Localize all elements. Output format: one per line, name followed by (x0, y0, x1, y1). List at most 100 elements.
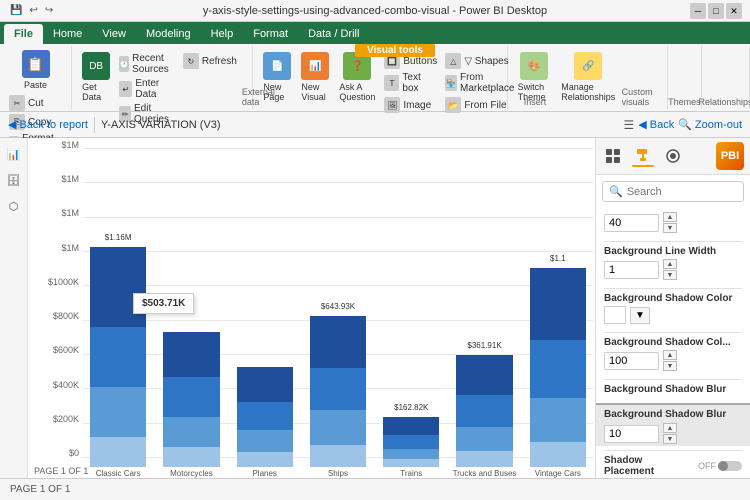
search-icon: 🔍 (609, 185, 623, 198)
refresh-label: Refresh (202, 56, 237, 67)
color-dropdown[interactable]: ▼ (630, 307, 650, 324)
tab-modeling[interactable]: Modeling (136, 24, 201, 44)
panel-header: PBI (596, 138, 750, 175)
nav-back-button[interactable]: ◀ Back (638, 118, 674, 131)
shadow-placement-toggle[interactable]: OFF (698, 461, 742, 471)
tab-view[interactable]: View (92, 24, 136, 44)
close-button[interactable]: ✕ (726, 3, 742, 19)
toolbar: ◀ Back to report Y-AXIS VARIATION (V3) ☰… (0, 112, 750, 138)
toolbar-separator (94, 117, 95, 133)
format-tab[interactable] (632, 145, 654, 167)
bg-line-width-input[interactable] (604, 261, 659, 279)
prop-input-40[interactable] (604, 214, 659, 232)
tab-home[interactable]: File (4, 24, 43, 44)
spin-down-40[interactable]: ▼ (663, 223, 677, 233)
sidebar-model-icon[interactable]: ⬡ (4, 196, 24, 216)
bar-xlabel-planes: Planes (252, 469, 276, 478)
tab-help[interactable]: Help (201, 24, 244, 44)
bar-seg1-tr (456, 355, 512, 395)
chart-area: $1M $1M $1M $1M $1000K $800K $600K $400K… (28, 138, 595, 478)
prop-row-bg-shadow-color: Background Shadow Color ▼ (604, 293, 742, 324)
sidebar-report-icon[interactable]: 📊 (4, 144, 24, 164)
maximize-button[interactable]: □ (708, 3, 724, 19)
bar-stack-trucks (456, 355, 512, 467)
ribbon-tabs: File Home View Modeling Help Format Data… (0, 22, 750, 44)
save-icon[interactable]: 💾 (8, 4, 24, 17)
bg-shadow-blur-val-label: Background Shadow Blur (604, 409, 750, 420)
bg-shadow-col-label: Background Shadow Col... (604, 337, 742, 348)
ribbon-tabs-container: File Home View Modeling Help Format Data… (0, 22, 750, 44)
ask-question-label: Ask A Question (339, 82, 375, 102)
bg-shadow-blur-input[interactable] (604, 425, 659, 443)
tab-format[interactable]: Format (243, 24, 298, 44)
bar-seg4-tr (456, 451, 512, 467)
themes-label: Themes (668, 95, 701, 107)
undo-icon[interactable]: ↩ (27, 4, 39, 17)
bar-xlabel-trucks: Trucks and Buses (453, 469, 517, 478)
toolbar-right: ☰ ◀ Back 🔍 Zoom-out (624, 118, 742, 132)
nav-zoom-button[interactable]: 🔍 Zoom-out (678, 118, 742, 131)
image-button[interactable]: 🖼 Image (381, 96, 440, 114)
search-input[interactable] (627, 186, 750, 198)
new-page-button[interactable]: 📄 New Page (259, 50, 295, 104)
back-to-report-button[interactable]: ◀ Back to report (8, 118, 88, 131)
bar-planes[interactable]: Planes (230, 367, 300, 478)
spin-down-bg-shadow-col[interactable]: ▼ (663, 361, 677, 371)
minimize-button[interactable]: ─ (690, 3, 706, 19)
bg-shadow-color-control: ▼ (604, 306, 742, 324)
bar-vintage-cars[interactable]: $1.1 Vintage Cars (523, 268, 593, 478)
toggle-track[interactable] (718, 461, 742, 471)
manage-relationships-button[interactable]: 🔗 Manage Relationships (557, 50, 619, 104)
nav-back-icon: ◀ (638, 118, 646, 131)
spinner-bg-line: ▲ ▼ (663, 259, 677, 280)
get-data-button[interactable]: DB Get Data (78, 50, 114, 104)
redo-icon[interactable]: ↪ (43, 4, 55, 17)
paste-button[interactable]: 📋 Paste (18, 48, 54, 92)
bar-xlabel-ships: Ships (328, 469, 348, 478)
pbi-logo-text: PBI (721, 150, 739, 162)
cut-button[interactable]: ✂ Cut (6, 94, 65, 112)
sidebar-data-icon[interactable]: 🗄 (4, 170, 24, 190)
refresh-button[interactable]: ↻ Refresh (180, 52, 240, 70)
y-label-5: $1000K (48, 277, 79, 287)
bar-motorcycles[interactable]: Motorcycles (156, 332, 226, 478)
enter-data-button[interactable]: ↵ Enter Data (116, 77, 178, 101)
spin-up-40[interactable]: ▲ (663, 212, 677, 222)
new-page-label: New Page (263, 82, 291, 102)
bar-trains[interactable]: $162.82K Trains (376, 417, 446, 478)
bar-label-vintage-top: $1.1 (550, 254, 566, 263)
prop-control-40: ▲ ▼ (604, 212, 742, 233)
spin-up-bg-shadow-col[interactable]: ▲ (663, 350, 677, 360)
bar-seg3-v (530, 398, 586, 442)
ask-question-button[interactable]: ❓ Ask A Question (335, 50, 379, 104)
switch-theme-button[interactable]: 🎨 Switch Theme (514, 50, 556, 104)
list-view-icon[interactable]: ☰ (624, 118, 635, 132)
spin-up-bg-blur[interactable]: ▲ (663, 423, 677, 433)
bar-ships[interactable]: $643.93K Ships (303, 316, 373, 478)
bar-label-classic-cars-top: $1.16M (105, 233, 132, 242)
spin-down-bg-blur[interactable]: ▼ (663, 434, 677, 444)
bar-trucks[interactable]: $361.91K Trucks and Buses (449, 355, 519, 478)
textbox-button[interactable]: T Text box (381, 71, 440, 95)
bg-shadow-blur-section: Background Shadow Blur ▲ ▼ (596, 403, 750, 446)
new-visual-button[interactable]: 📊 New Visual (297, 50, 333, 104)
analytics-tab[interactable] (662, 145, 684, 167)
bar-seg2-v (530, 340, 586, 398)
shadow-placement-row: Shadow Placement OFF (604, 455, 742, 477)
color-swatch[interactable] (604, 306, 626, 324)
spin-up-bg-line[interactable]: ▲ (663, 259, 677, 269)
title-bar-title: y-axis-style-settings-using-advanced-com… (203, 5, 547, 17)
analytics-tab-icon (665, 148, 681, 164)
y-label-2: $1M (61, 174, 79, 184)
bar-classic-cars[interactable]: $1.16M Classic Cars (83, 247, 153, 478)
nav-zoom-label: Zoom-out (695, 119, 742, 131)
recent-sources-button[interactable]: 🕐 Recent Sources (116, 52, 178, 76)
bg-shadow-col-input[interactable] (604, 352, 659, 370)
tab-home2[interactable]: Home (43, 24, 92, 44)
tab-data-drill[interactable]: Data / Drill (298, 24, 369, 44)
fields-tab[interactable] (602, 145, 624, 167)
visual-tools-label: Visual tools (355, 44, 435, 57)
spin-down-bg-line[interactable]: ▼ (663, 270, 677, 280)
bar-seg3-p (237, 430, 293, 452)
search-box[interactable]: 🔍 (602, 181, 744, 202)
